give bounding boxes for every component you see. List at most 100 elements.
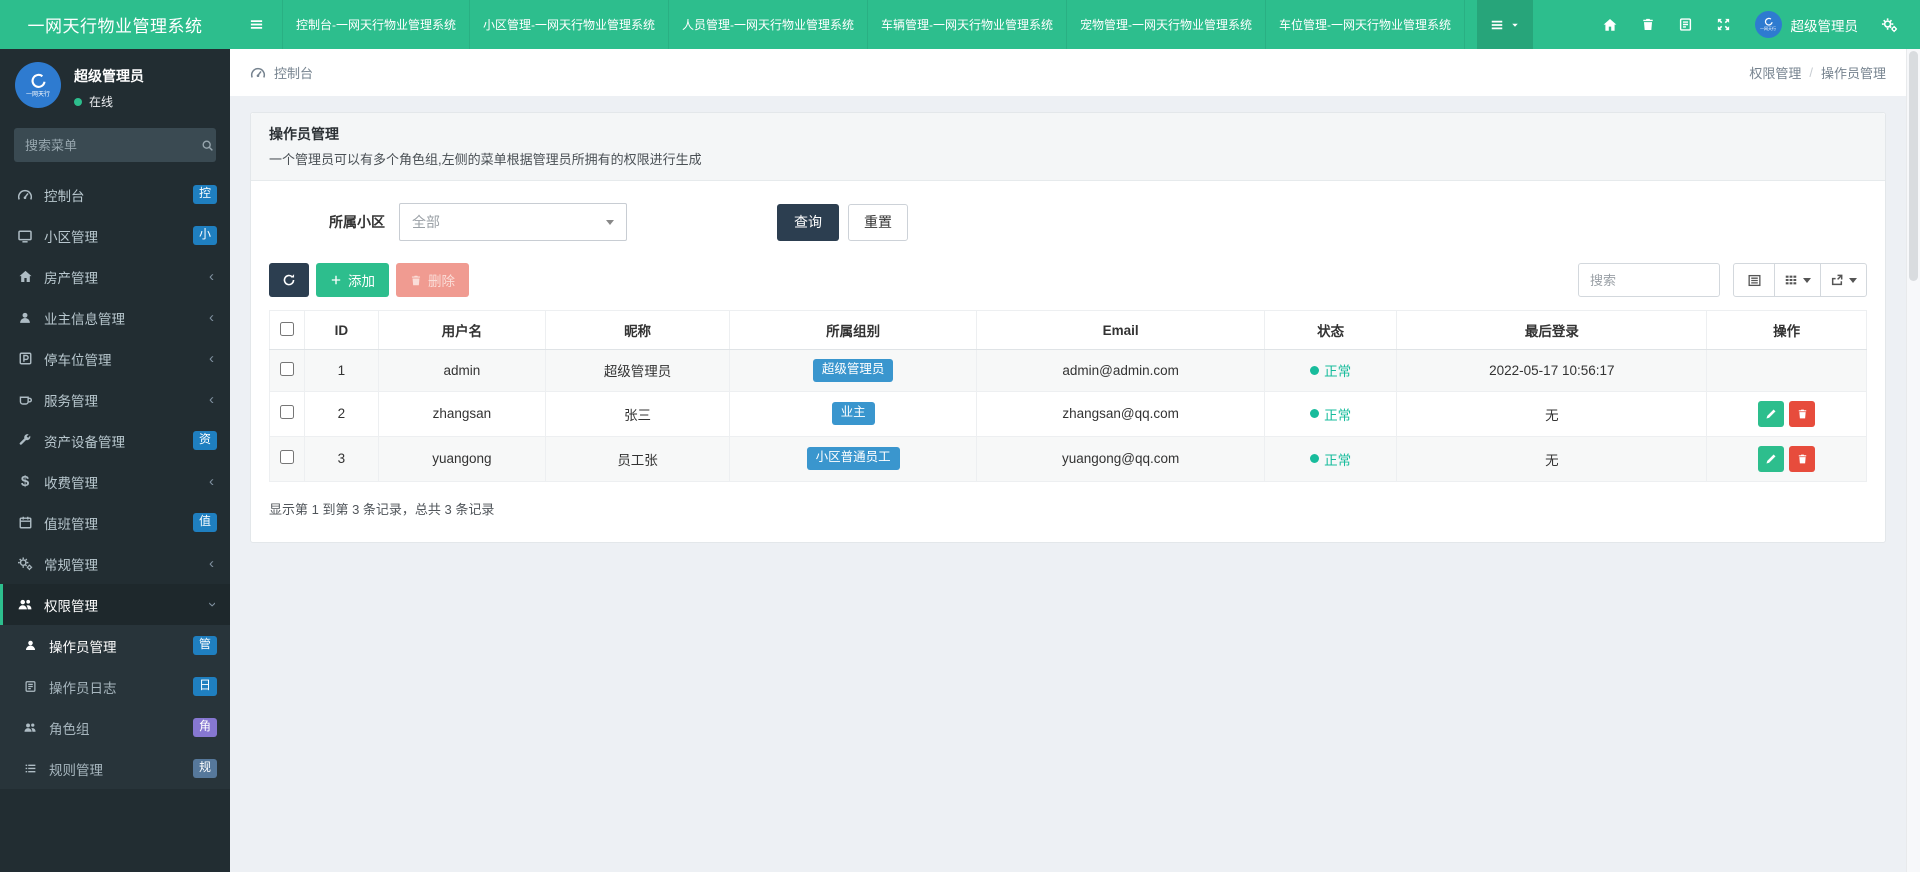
menu-badge: 控: [193, 185, 217, 204]
detail-view-button[interactable]: [1733, 263, 1775, 297]
col-id: ID: [305, 311, 378, 350]
table-row: 2 zhangsan 张三 业主 zhangsan@qq.com 正常 无: [270, 391, 1867, 436]
menu-badge: 规: [193, 759, 217, 778]
sidebar-item-duty[interactable]: 值班管理 值: [0, 502, 230, 543]
columns-grid-icon: [1784, 273, 1798, 287]
trash-icon: [1797, 453, 1808, 465]
group-badge: 超级管理员: [813, 359, 894, 382]
user-name: 超级管理员: [1791, 15, 1859, 35]
sidebar-item-property[interactable]: 房产管理 ‹: [0, 256, 230, 297]
community-filter-label: 所属小区: [269, 212, 385, 232]
sidebar-item-general[interactable]: 常规管理 ‹: [0, 543, 230, 584]
edit-button[interactable]: [1758, 401, 1784, 427]
app-brand: 一网天行物业管理系统: [0, 0, 230, 49]
col-email: Email: [977, 311, 1264, 350]
col-status: 状态: [1264, 311, 1397, 350]
pencil-icon: [1765, 453, 1777, 465]
sidebar-item-owner-info[interactable]: 业主信息管理 ‹: [0, 297, 230, 338]
trash-icon: [410, 274, 422, 287]
settings-button[interactable]: [1870, 0, 1908, 49]
menu-badge: 资: [193, 431, 217, 450]
row-checkbox[interactable]: [280, 450, 294, 464]
search-icon: [201, 139, 214, 152]
fullscreen-arrows-icon: [1716, 17, 1731, 32]
fullscreen-button[interactable]: [1705, 0, 1743, 49]
panel-heading: 操作员管理 一个管理员可以有多个角色组,左侧的菜单根据管理员所拥有的权限进行生成: [251, 113, 1885, 181]
status-badge: 正常: [1310, 360, 1351, 380]
columns-button[interactable]: [1774, 263, 1821, 297]
tab-parking[interactable]: 车位管理-一网天行物业管理系统: [1265, 0, 1465, 49]
breadcrumb-parent[interactable]: 权限管理: [1749, 63, 1801, 82]
page-title: 操作员管理: [269, 124, 1867, 144]
sidebar-item-community[interactable]: 小区管理 小: [0, 215, 230, 256]
sidebar-item-parking-space[interactable]: 停车位管理 ‹: [0, 338, 230, 379]
breadcrumb-separator: /: [1809, 65, 1813, 80]
sidebar: 一网天行 超级管理员 在线 控制台 控 小区管理 小 房产管理 ‹: [0, 49, 230, 872]
sidebar-item-role-groups[interactable]: 角色组 角: [0, 707, 230, 748]
community-select[interactable]: 全部: [399, 203, 627, 241]
delete-button[interactable]: 删除: [396, 263, 469, 297]
trash-icon: [1641, 17, 1655, 32]
chevron-left-icon: ‹: [209, 556, 214, 571]
trash-icon: [1797, 408, 1808, 420]
home-icon: [1602, 17, 1618, 33]
sidebar-item-permissions[interactable]: 权限管理 ‹: [0, 584, 230, 625]
refresh-button[interactable]: [269, 263, 309, 297]
table-search-box[interactable]: [1578, 263, 1720, 297]
scrollbar-thumb[interactable]: [1909, 51, 1918, 281]
users-icon: [16, 597, 34, 612]
edit-button[interactable]: [1758, 446, 1784, 472]
page-scrollbar[interactable]: [1906, 49, 1920, 872]
row-checkbox[interactable]: [280, 405, 294, 419]
delete-row-button[interactable]: [1789, 401, 1815, 427]
sidebar-item-assets[interactable]: 资产设备管理 资: [0, 420, 230, 461]
select-all-checkbox[interactable]: [280, 322, 294, 336]
user-icon: [16, 311, 34, 325]
sidebar-user-name: 超级管理员: [74, 66, 144, 86]
tab-personnel[interactable]: 人员管理-一网天行物业管理系统: [668, 0, 867, 49]
menu-search-box[interactable]: [14, 128, 216, 162]
tab-console[interactable]: 控制台-一网天行物业管理系统: [282, 0, 469, 49]
clear-cache-button[interactable]: [1667, 0, 1705, 49]
query-button[interactable]: 查询: [777, 204, 839, 241]
menu-badge: 值: [193, 513, 217, 532]
menu-badge: 日: [193, 677, 217, 696]
file-list-icon: [21, 680, 39, 693]
chevron-left-icon: ‹: [209, 351, 214, 366]
home-button[interactable]: [1591, 0, 1629, 49]
parking-icon: [16, 351, 34, 366]
sidebar-item-operator-logs[interactable]: 操作员日志 日: [0, 666, 230, 707]
page-subtitle: 一个管理员可以有多个角色组,左侧的菜单根据管理员所拥有的权限进行生成: [269, 149, 1867, 168]
caret-down-icon: [1510, 20, 1520, 30]
sidebar-menu: 控制台 控 小区管理 小 房产管理 ‹ 业主信息管理 ‹ 停车位管理 ‹ 服务管…: [0, 174, 230, 625]
row-checkbox[interactable]: [280, 362, 294, 376]
sidebar-item-rules[interactable]: 规则管理 规: [0, 748, 230, 789]
table-header-row: ID 用户名 昵称 所属组别 Email 状态 最后登录 操作: [270, 311, 1867, 350]
status-badge: 正常: [1310, 404, 1351, 424]
tab-community[interactable]: 小区管理-一网天行物业管理系统: [469, 0, 668, 49]
tab-list-dropdown[interactable]: [1477, 0, 1533, 49]
tab-pet[interactable]: 宠物管理-一网天行物业管理系统: [1066, 0, 1265, 49]
clear-trash-button[interactable]: [1629, 0, 1667, 49]
cogs-icon: [16, 556, 34, 571]
user-avatar: 一网天行: [1755, 11, 1782, 38]
delete-row-button[interactable]: [1789, 446, 1815, 472]
export-button[interactable]: [1820, 263, 1867, 297]
menu-search-input[interactable]: [25, 138, 201, 153]
tab-vehicle[interactable]: 车辆管理-一网天行物业管理系统: [867, 0, 1066, 49]
reset-button[interactable]: 重置: [848, 204, 908, 241]
add-button[interactable]: 添加: [316, 263, 389, 297]
sidebar-item-service[interactable]: 服务管理 ‹: [0, 379, 230, 420]
dashboard-icon: [16, 187, 34, 203]
export-icon: [1830, 273, 1844, 287]
sidebar-item-operators[interactable]: 操作员管理 管: [0, 625, 230, 666]
permissions-submenu: 操作员管理 管 操作员日志 日 角色组 角 规则管理 规: [0, 625, 230, 789]
online-status: 在线: [74, 93, 144, 110]
table-search-input[interactable]: [1590, 273, 1708, 288]
plus-icon: [330, 274, 342, 286]
sidebar-item-billing[interactable]: $ 收费管理 ‹: [0, 461, 230, 502]
user-menu[interactable]: 一网天行 超级管理员: [1743, 0, 1871, 49]
sidebar-item-console[interactable]: 控制台 控: [0, 174, 230, 215]
sidebar-toggle-button[interactable]: [230, 0, 282, 49]
col-last-login: 最后登录: [1397, 311, 1707, 350]
